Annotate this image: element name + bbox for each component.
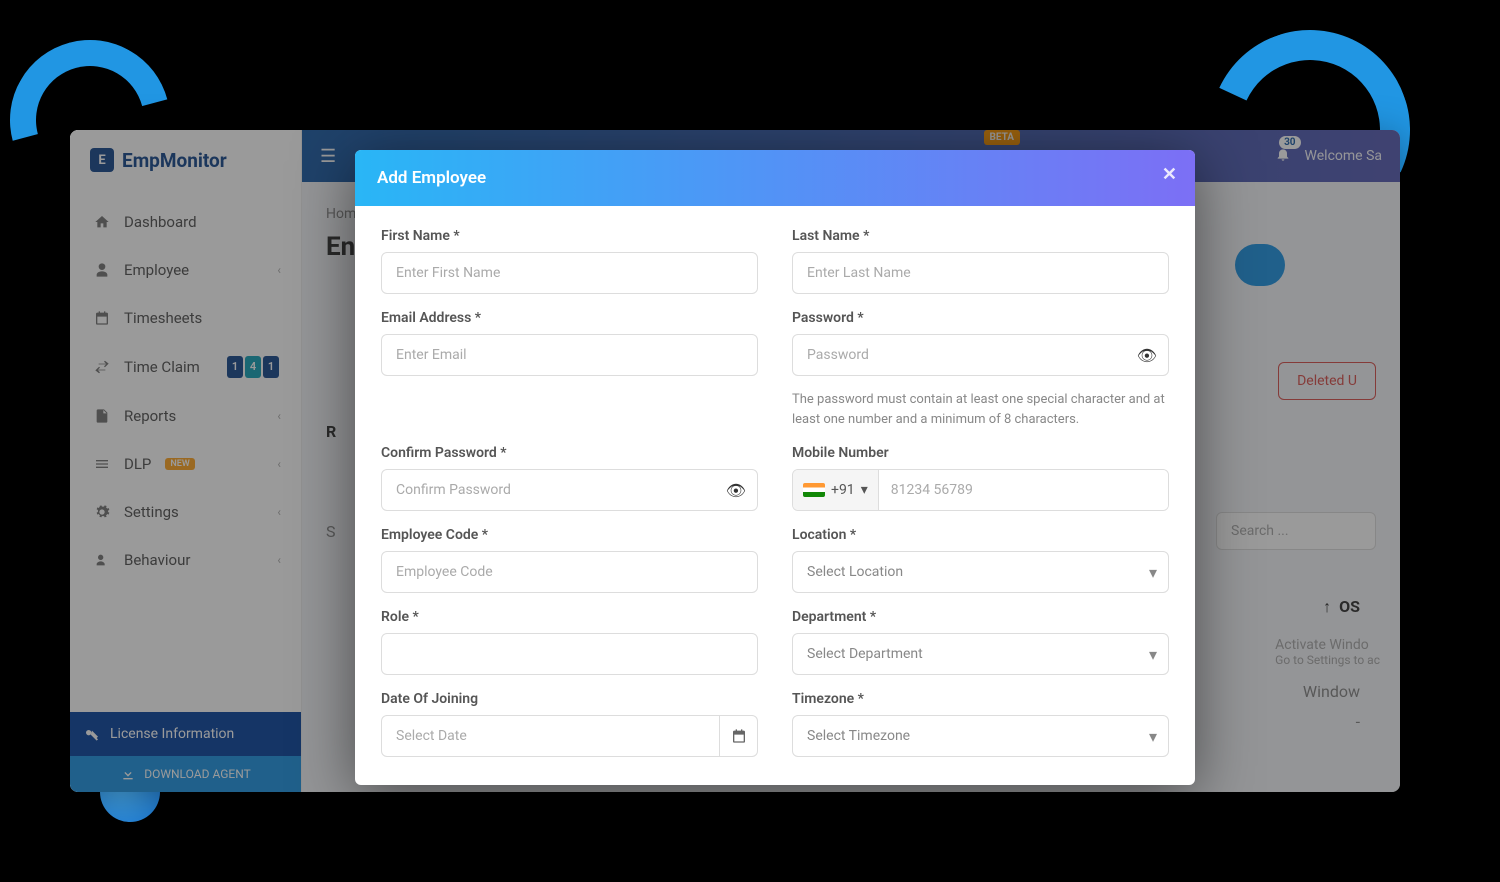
employee-code-label: Employee Code * — [381, 527, 758, 543]
role-label: Role * — [381, 609, 758, 625]
email-label: Email Address * — [381, 310, 758, 326]
doj-label: Date Of Joining — [381, 691, 758, 707]
country-code-selector[interactable]: +91 ▾ — [793, 470, 879, 510]
confirm-password-input[interactable] — [381, 469, 758, 511]
location-select[interactable]: Select Location — [792, 551, 1169, 593]
eye-icon[interactable]: 👁 — [726, 481, 746, 500]
chevron-down-icon: ▾ — [861, 482, 868, 498]
first-name-input[interactable] — [381, 252, 758, 294]
timezone-label: Timezone * — [792, 691, 1169, 707]
flag-icon — [803, 483, 825, 497]
password-label: Password * — [792, 310, 1169, 326]
modal-title: Add Employee — [377, 168, 486, 188]
department-label: Department * — [792, 609, 1169, 625]
location-label: Location * — [792, 527, 1169, 543]
role-input[interactable] — [381, 633, 758, 675]
calendar-icon — [731, 728, 747, 744]
password-helper: The password must contain at least one s… — [792, 390, 1169, 429]
password-input[interactable] — [792, 334, 1169, 376]
add-employee-modal: Add Employee ✕ First Name * Last Name * … — [355, 150, 1195, 785]
department-select[interactable]: Select Department — [792, 633, 1169, 675]
timezone-select[interactable]: Select Timezone — [792, 715, 1169, 757]
first-name-label: First Name * — [381, 228, 758, 244]
employee-code-input[interactable] — [381, 551, 758, 593]
last-name-input[interactable] — [792, 252, 1169, 294]
eye-icon[interactable]: 👁 — [1137, 346, 1157, 365]
mobile-label: Mobile Number — [792, 445, 1169, 461]
doj-input[interactable] — [381, 715, 720, 757]
calendar-button[interactable] — [720, 715, 758, 757]
email-input[interactable] — [381, 334, 758, 376]
confirm-password-label: Confirm Password * — [381, 445, 758, 461]
mobile-input[interactable] — [879, 470, 1168, 510]
last-name-label: Last Name * — [792, 228, 1169, 244]
modal-header: Add Employee ✕ — [355, 150, 1195, 206]
close-icon[interactable]: ✕ — [1162, 164, 1177, 185]
